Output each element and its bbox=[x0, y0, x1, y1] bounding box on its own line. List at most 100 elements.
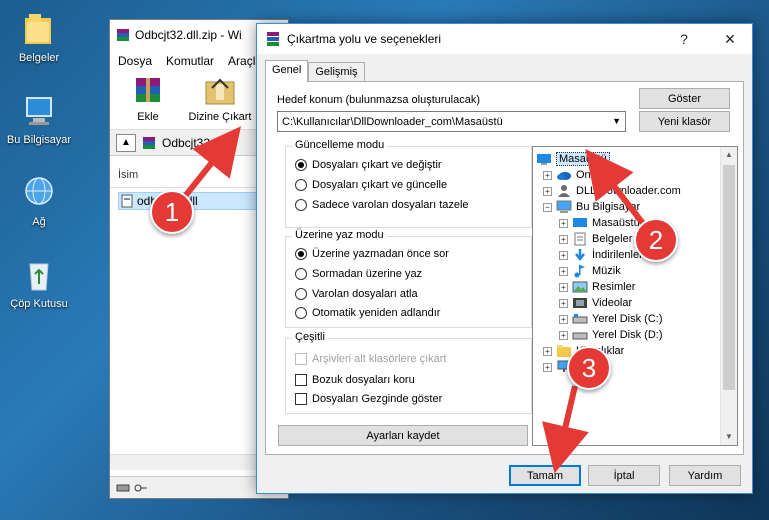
film-icon bbox=[573, 298, 587, 308]
tree-node-label: Masaüstü bbox=[592, 217, 640, 229]
radio-extract-update[interactable]: Dosyaları çıkart ve güncelle bbox=[295, 179, 447, 191]
scroll-thumb[interactable] bbox=[723, 165, 735, 390]
new-folder-button[interactable]: Yeni klasör bbox=[639, 111, 730, 132]
scroll-down-icon[interactable]: ▼ bbox=[721, 429, 737, 445]
checkbox-disabled bbox=[295, 353, 307, 365]
folder-tree[interactable]: Masaüstü + OneDrive + DLL Downloader.com… bbox=[532, 146, 738, 446]
radio-selected bbox=[295, 159, 307, 171]
desktop-icon-ag[interactable]: Ağ bbox=[0, 174, 78, 228]
radio-ask-before-overwrite[interactable]: Üzerine yazmadan önce sor bbox=[295, 248, 449, 260]
expand-icon: + bbox=[559, 298, 568, 308]
menu-dosya[interactable]: Dosya bbox=[118, 54, 152, 68]
expand-icon: + bbox=[559, 218, 568, 228]
tab-gelismis[interactable]: Gelişmiş bbox=[308, 62, 365, 81]
show-button[interactable]: Göster bbox=[639, 88, 730, 109]
desktop-icon-label: Belgeler bbox=[18, 52, 60, 64]
tree-node-label: Masaüstü bbox=[556, 152, 610, 166]
overwrite-mode-group: Üzerine yaz modu Üzerine yazmadan önce s… bbox=[285, 229, 532, 328]
radio-refresh-existing[interactable]: Sadece varolan dosyaları tazele bbox=[295, 199, 469, 211]
tree-node-label: OneDrive bbox=[576, 169, 623, 181]
winrar-title: Odbcjt32.dll.zip - Wi bbox=[135, 28, 242, 42]
tree-node-desktop-root[interactable]: Masaüstü bbox=[536, 151, 610, 167]
cloud-icon bbox=[557, 172, 571, 180]
radio-extract-replace[interactable]: Dosyaları çıkart ve değiştir bbox=[295, 159, 442, 171]
add-button[interactable]: Ekle bbox=[118, 72, 178, 129]
tree-node-label: Belgeler bbox=[592, 233, 633, 245]
tab-genel[interactable]: Genel bbox=[265, 60, 309, 82]
checkbox-unchecked bbox=[295, 374, 307, 386]
tree-node-dll-downloader[interactable]: + DLL Downloader.com bbox=[543, 183, 681, 199]
desktop-icon-belgeler[interactable]: Belgeler bbox=[0, 10, 78, 64]
desktop-icon-bu-bilgisayar[interactable]: Bu Bilgisayar bbox=[0, 92, 78, 146]
menu-komutlar[interactable]: Komutlar bbox=[166, 54, 214, 68]
radio-unselected bbox=[295, 199, 307, 211]
checkbox-keep-broken[interactable]: Bozuk dosyaları koru bbox=[295, 374, 415, 386]
collapse-icon: − bbox=[543, 202, 552, 212]
extract-to-button-label: Dizine Çıkart bbox=[188, 111, 252, 123]
pictures-icon bbox=[572, 281, 588, 293]
tree-node-documents[interactable]: + Belgeler bbox=[559, 231, 632, 247]
desktop-icon-label: Çöp Kutusu bbox=[10, 298, 68, 310]
help-button[interactable]: Yardım bbox=[669, 465, 741, 486]
checkbox-label: Bozuk dosyaları koru bbox=[312, 374, 415, 386]
up-folder-button[interactable]: ▲ bbox=[116, 133, 136, 152]
radio-unselected bbox=[295, 179, 307, 191]
expand-icon: + bbox=[543, 346, 552, 356]
music-note-icon bbox=[574, 265, 585, 278]
desktop-icon-label: Ağ bbox=[32, 216, 46, 228]
dialog-titlebar: Çıkartma yolu ve seçenekleri ? ✕ bbox=[257, 24, 752, 54]
radio-label: Varolan dosyaları atla bbox=[312, 288, 418, 300]
checkbox-label: Dosyaları Gezginde göster bbox=[312, 393, 443, 405]
tree-scrollbar[interactable]: ▲ ▼ bbox=[720, 147, 737, 445]
radio-label: Üzerine yazmadan önce sor bbox=[312, 248, 449, 260]
tree-node-onedrive[interactable]: + OneDrive bbox=[543, 167, 622, 183]
ok-button[interactable]: Tamam bbox=[509, 465, 581, 486]
close-button[interactable]: ✕ bbox=[708, 24, 752, 54]
extract-to-button[interactable]: Dizine Çıkart bbox=[184, 72, 256, 129]
radio-selected bbox=[295, 248, 307, 260]
tree-node-this-pc[interactable]: − Bu Bilgisayar bbox=[543, 199, 640, 215]
tree-node-label: Yerel Disk (C:) bbox=[592, 313, 663, 325]
expand-icon: + bbox=[559, 314, 568, 324]
desktop-icon bbox=[537, 154, 551, 165]
step-badge-2: 2 bbox=[634, 218, 678, 262]
step-badge-3: 3 bbox=[567, 346, 611, 390]
radio-unselected bbox=[295, 268, 307, 280]
hard-drive-icon bbox=[572, 314, 588, 324]
cancel-button[interactable]: İptal bbox=[588, 465, 660, 486]
desktop-icon bbox=[573, 218, 587, 227]
documents-icon bbox=[574, 232, 586, 246]
tree-node-downloads[interactable]: + İndirilenler bbox=[559, 247, 643, 263]
expand-icon: + bbox=[543, 170, 552, 180]
tree-node-label: Bu Bilgisayar bbox=[576, 201, 641, 213]
update-mode-group: Güncelleme modu Dosyaları çıkart ve deği… bbox=[285, 139, 532, 228]
tree-node-videos[interactable]: + Videolar bbox=[559, 295, 632, 311]
checkbox-show-in-explorer[interactable]: Dosyaları Gezginde göster bbox=[295, 393, 442, 405]
network-globe-icon bbox=[25, 177, 53, 205]
tree-node-disk-d[interactable]: + Yerel Disk (D:) bbox=[559, 327, 663, 343]
radio-skip-existing[interactable]: Varolan dosyaları atla bbox=[295, 288, 418, 300]
download-arrow-icon bbox=[575, 249, 585, 262]
key-icon bbox=[134, 484, 147, 491]
tree-node-pictures[interactable]: + Resimler bbox=[559, 279, 635, 295]
radio-auto-rename[interactable]: Otomatik yeniden adlandır bbox=[295, 307, 440, 319]
tree-node-label: İndirilenler bbox=[592, 249, 643, 261]
chevron-down-icon: ▼ bbox=[612, 116, 621, 126]
desktop-icon-cop-kutusu[interactable]: Çöp Kutusu bbox=[0, 256, 78, 310]
help-title-button[interactable]: ? bbox=[662, 24, 706, 54]
radio-overwrite-without-prompt[interactable]: Sormadan üzerine yaz bbox=[295, 268, 422, 280]
destination-combobox[interactable]: C:\Kullanıcılar\DllDownloader_com\Masaüs… bbox=[277, 111, 626, 132]
radio-label: Dosyaları çıkart ve güncelle bbox=[312, 179, 448, 191]
save-settings-button[interactable]: Ayarları kaydet bbox=[278, 425, 528, 446]
expand-icon: + bbox=[559, 282, 568, 292]
tree-node-disk-c[interactable]: + Yerel Disk (C:) bbox=[559, 311, 663, 327]
overwrite-mode-title: Üzerine yaz modu bbox=[292, 229, 387, 241]
radio-label: Dosyaları çıkart ve değiştir bbox=[312, 159, 442, 171]
extract-folder-icon bbox=[205, 78, 235, 105]
winrar-path: Odbcjt32.dl bbox=[162, 135, 223, 150]
tree-node-pc-desktop[interactable]: + Masaüstü bbox=[559, 215, 640, 231]
scroll-up-icon[interactable]: ▲ bbox=[721, 147, 737, 163]
winrar-logo-icon bbox=[117, 29, 129, 41]
tree-node-music[interactable]: + Müzik bbox=[559, 263, 621, 279]
radio-unselected bbox=[295, 307, 307, 319]
